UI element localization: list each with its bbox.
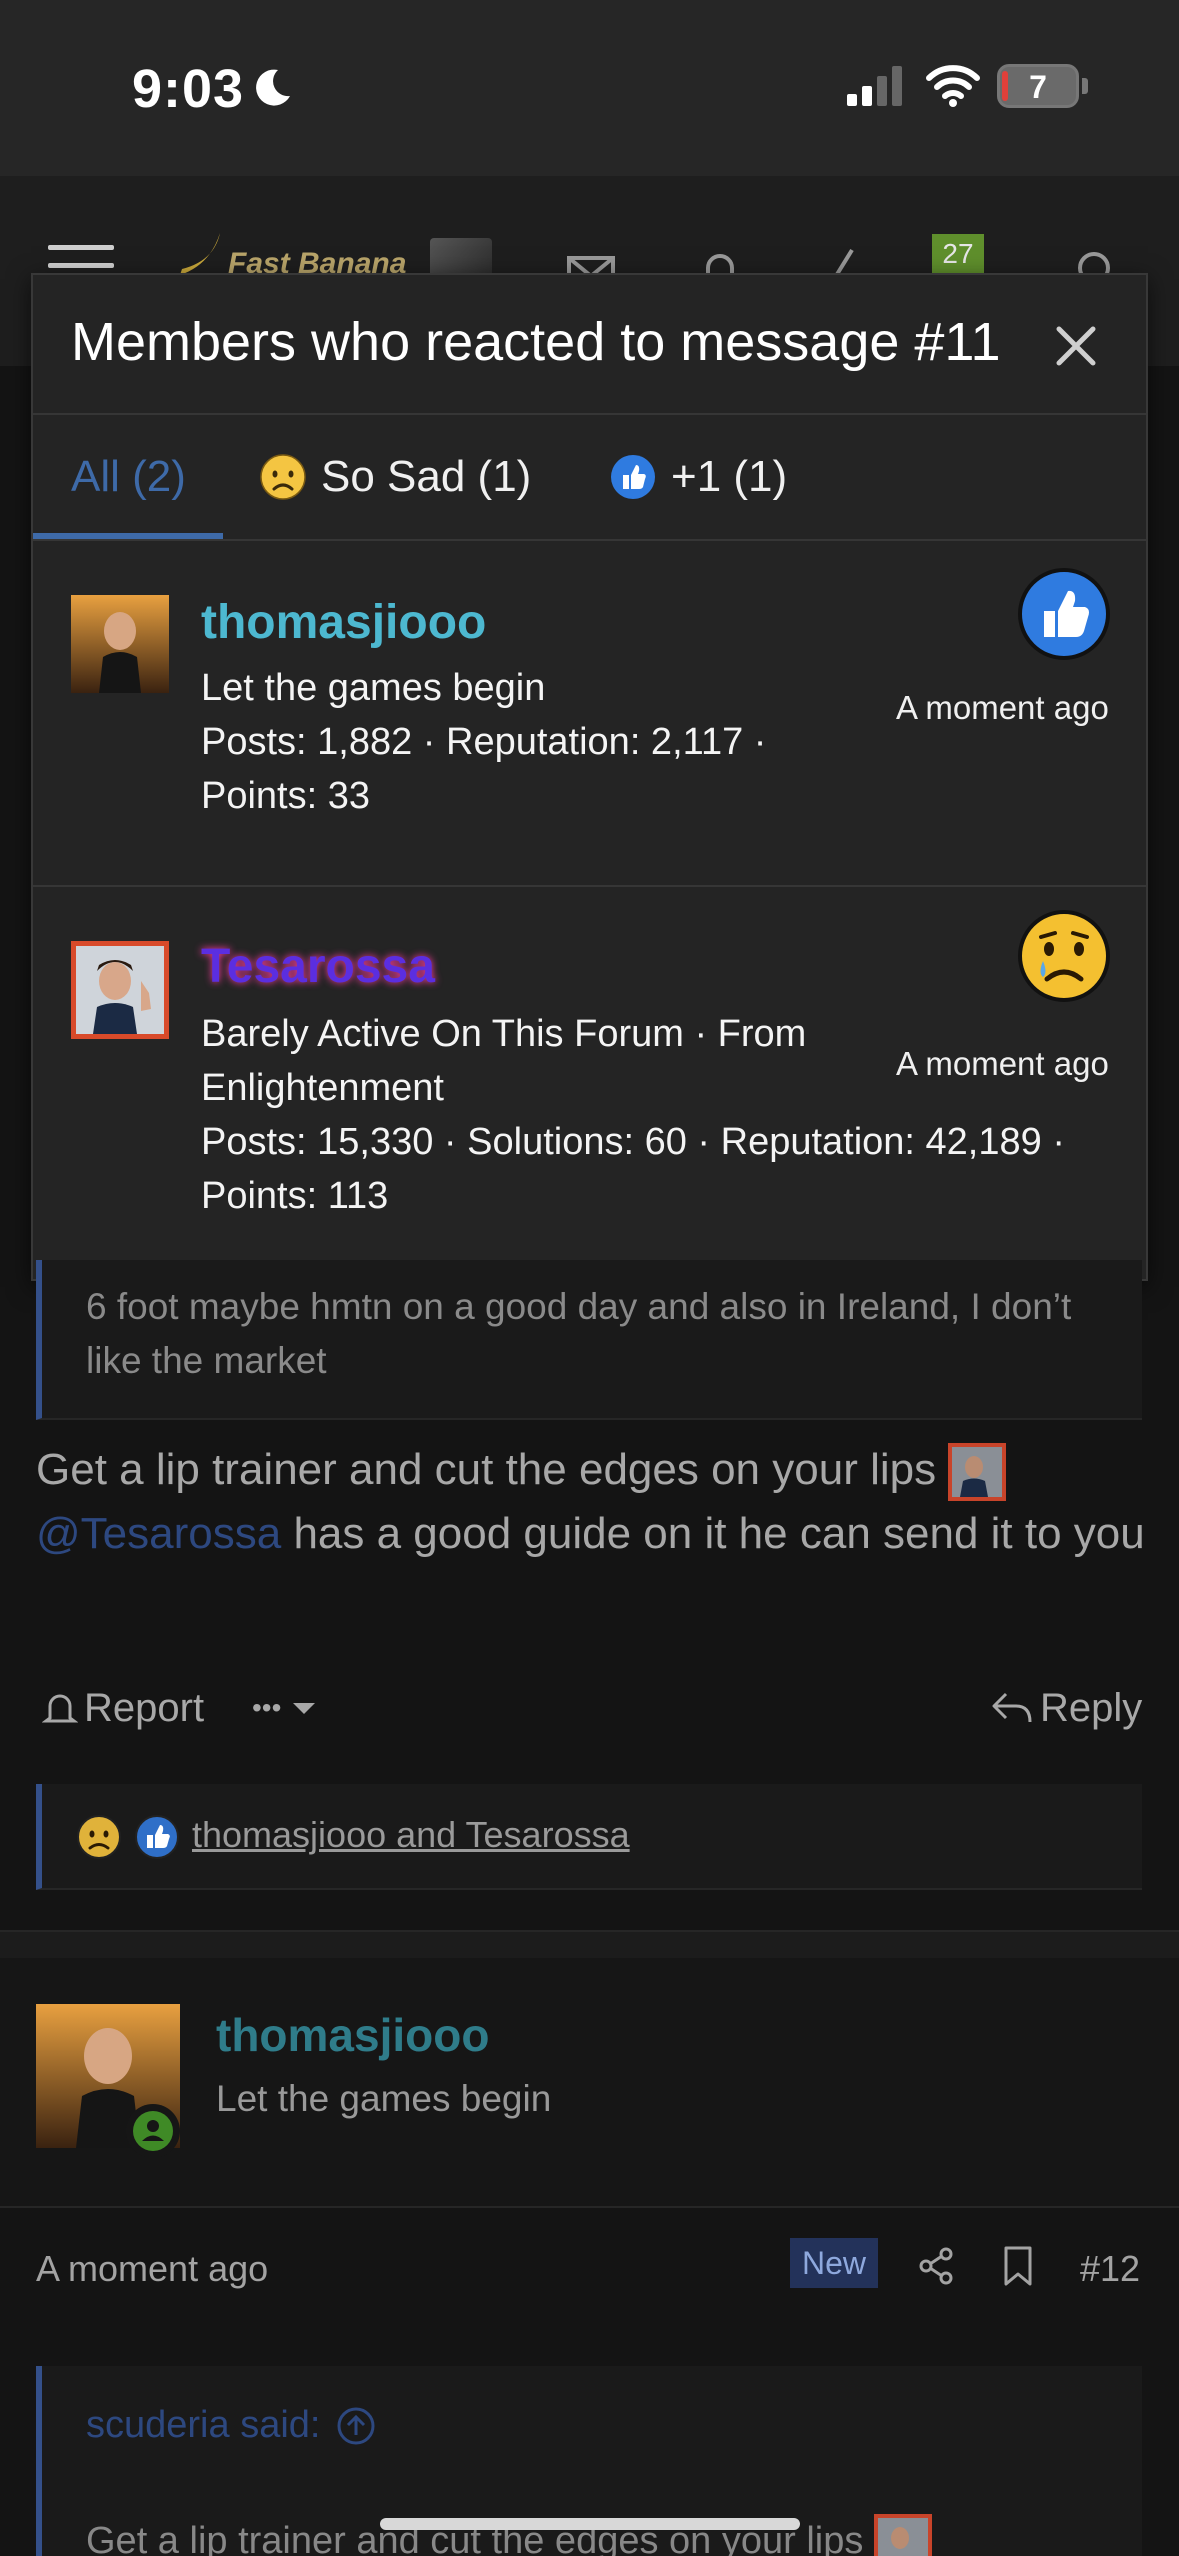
post-time[interactable]: A moment ago xyxy=(36,2248,268,2290)
reaction-time: A moment ago xyxy=(896,689,1109,726)
thumbs-up-icon xyxy=(135,1815,179,1859)
post-header: thomasjiooo Let the games begin xyxy=(0,1958,1179,2208)
quote-text: 6 foot maybe hmtn on a good day and also… xyxy=(86,1286,1072,1381)
tab-so-sad[interactable]: So Sad (1) xyxy=(259,415,531,539)
user-online-icon xyxy=(133,2111,173,2151)
user-mention[interactable]: @Tesarossa xyxy=(36,1509,281,1558)
reaction-row: thomasjiooo Let the games begin Posts: 1… xyxy=(33,543,1146,887)
post-username[interactable]: thomasjiooo xyxy=(216,2008,489,2062)
post-number[interactable]: #12 xyxy=(1080,2248,1140,2290)
moon-icon xyxy=(256,69,290,106)
report-button[interactable]: Report xyxy=(42,1676,204,1740)
reaction-tabs: All (2) So Sad (1) +1 (1) xyxy=(33,415,1146,541)
reactions-modal: Members who reacted to message #11 All (… xyxy=(31,273,1148,1281)
arrow-up-circle-icon xyxy=(337,2407,375,2444)
reactions-summary[interactable]: thomasjiooo and Tesarossa xyxy=(36,1784,1142,1890)
bell-icon xyxy=(42,1694,78,1723)
share-icon[interactable] xyxy=(916,2244,956,2288)
quote-block: 6 foot maybe hmtn on a good day and also… xyxy=(36,1260,1142,1420)
thumbs-up-icon xyxy=(611,455,655,499)
post-divider xyxy=(0,1930,1179,1958)
post-body-text-cont: has a good guide on it he can send it to… xyxy=(293,1509,1145,1558)
new-badge: New xyxy=(790,2238,878,2288)
battery-level: 7 xyxy=(1029,69,1047,105)
tab-so-sad-label: So Sad (1) xyxy=(321,452,532,501)
reaction-row: Tesarossa Barely Active On This Forum · … xyxy=(33,889,1146,1279)
quote-author[interactable]: scuderia said: xyxy=(86,2404,376,2447)
cell-signal-icon xyxy=(847,66,902,106)
reaction-user-stats: Posts: 1,882 · Reputation: 2,117 · xyxy=(201,721,767,763)
inline-avatar[interactable] xyxy=(948,1443,1007,1502)
more-label: ••• xyxy=(252,1692,282,1723)
reply-button[interactable]: Reply xyxy=(990,1676,1142,1740)
quote-author-label: scuderia said: xyxy=(86,2404,321,2446)
reaction-username[interactable]: Tesarossa xyxy=(201,939,435,994)
status-time: 9:03 xyxy=(132,59,245,119)
home-indicator[interactable] xyxy=(380,2518,800,2530)
sad-face-icon xyxy=(1018,910,1110,1002)
reaction-user-title: Barely Active On This Forum · From xyxy=(201,1013,807,1055)
status-bar: 9:03 7 xyxy=(0,0,1179,176)
post-body-text: Get a lip trainer and cut the edges on y… xyxy=(36,1445,937,1494)
post-user-title: Let the games begin xyxy=(216,2078,552,2119)
wifi-icon xyxy=(926,65,980,107)
reaction-user-title-cont: Enlightenment xyxy=(201,1067,444,1109)
reaction-user-points: Points: 33 xyxy=(201,775,370,817)
avatar[interactable] xyxy=(71,941,169,1039)
reply-label: Reply xyxy=(1040,1685,1143,1730)
tab-plus-one[interactable]: +1 (1) xyxy=(609,415,787,539)
active-tab-indicator xyxy=(33,533,223,539)
close-icon[interactable] xyxy=(1049,319,1103,373)
tab-all-label: All (2) xyxy=(71,452,186,501)
inline-avatar[interactable] xyxy=(873,2514,932,2556)
reactions-summary-link[interactable]: thomasjiooo and Tesarossa xyxy=(192,1814,630,1856)
reply-icon xyxy=(992,1692,1032,1723)
thumbs-up-icon xyxy=(1018,568,1110,660)
modal-title: Members who reacted to message #11 xyxy=(71,312,1001,372)
avatar[interactable] xyxy=(71,595,169,693)
reaction-time: A moment ago xyxy=(896,1045,1109,1082)
caret-down-icon xyxy=(293,1703,316,1714)
tab-plus-one-label: +1 (1) xyxy=(671,452,788,501)
online-status xyxy=(126,2104,180,2158)
sad-face-icon xyxy=(77,1815,121,1859)
tab-all[interactable]: All (2) xyxy=(71,415,186,539)
sad-face-icon xyxy=(260,454,306,500)
battery-nub xyxy=(1082,78,1088,94)
reaction-user-title: Let the games begin xyxy=(201,667,546,709)
report-label: Report xyxy=(84,1685,205,1730)
reaction-user-stats: Posts: 15,330 · Solutions: 60 · Reputati… xyxy=(201,1121,1065,1163)
post-actions: Report ••• Reply xyxy=(36,1676,1146,1740)
post-meta: A moment ago New #12 xyxy=(0,2210,1179,2330)
battery-icon: 7 xyxy=(997,64,1079,108)
more-options-button[interactable]: ••• xyxy=(252,1676,325,1740)
bookmark-icon[interactable] xyxy=(998,2244,1038,2288)
modal-header: Members who reacted to message #11 xyxy=(33,275,1146,415)
post-body: Get a lip trainer and cut the edges on y… xyxy=(36,1438,1146,1566)
reaction-user-points: Points: 113 xyxy=(201,1175,389,1217)
alerts-badge[interactable]: 27 xyxy=(932,234,984,274)
reaction-username[interactable]: thomasjiooo xyxy=(201,595,486,650)
